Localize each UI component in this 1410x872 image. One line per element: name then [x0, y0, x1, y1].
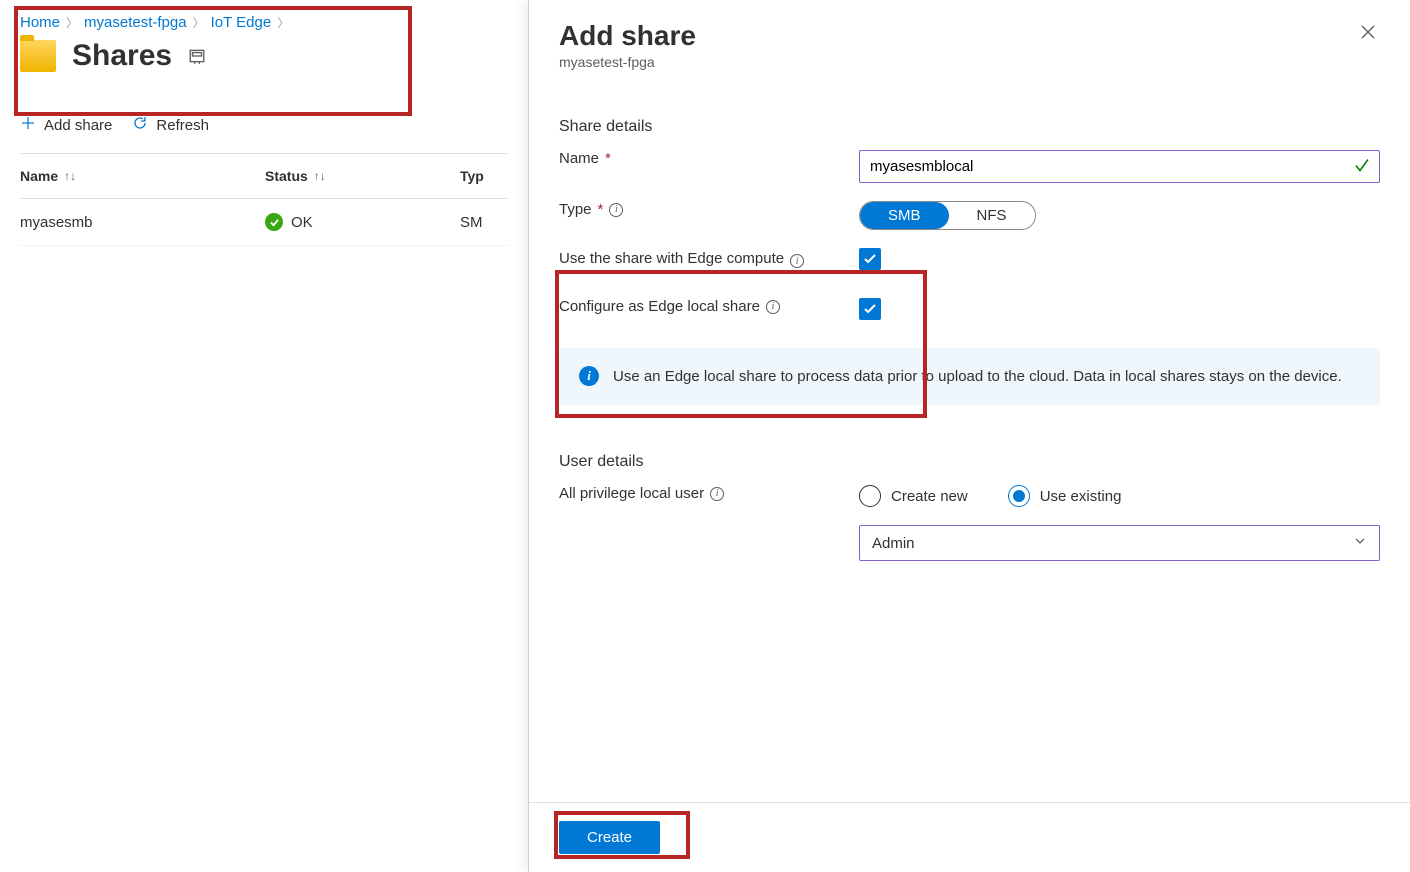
- close-button[interactable]: [1356, 20, 1380, 49]
- user-details-heading: User details: [559, 453, 1380, 471]
- column-name[interactable]: Name↑↓: [20, 168, 265, 184]
- edge-compute-label: Use the share with Edge compute i: [559, 248, 859, 268]
- info-icon[interactable]: i: [609, 203, 623, 217]
- refresh-icon: [132, 115, 148, 135]
- plus-icon: [20, 115, 36, 135]
- type-label: Type * i: [559, 201, 859, 218]
- type-nfs[interactable]: NFS: [949, 202, 1035, 229]
- cell-status: OK: [265, 213, 460, 231]
- refresh-label: Refresh: [156, 117, 209, 134]
- add-share-label: Add share: [44, 117, 112, 134]
- dropdown-value: Admin: [872, 535, 915, 552]
- add-share-button[interactable]: Add share: [20, 115, 112, 135]
- breadcrumb: Home 〉 myasetest-fpga 〉 IoT Edge 〉: [20, 14, 508, 31]
- edge-local-checkbox[interactable]: [859, 298, 881, 320]
- check-icon: [1354, 157, 1370, 176]
- share-details-heading: Share details: [559, 118, 1380, 136]
- sort-icon: ↑↓: [314, 169, 326, 183]
- pin-icon[interactable]: [188, 47, 206, 65]
- user-dropdown[interactable]: Admin: [859, 525, 1380, 561]
- chevron-right-icon: 〉: [277, 14, 289, 31]
- cell-name: myasesmb: [20, 213, 265, 231]
- type-smb[interactable]: SMB: [860, 202, 949, 229]
- chevron-right-icon: 〉: [193, 14, 205, 31]
- folder-icon: [20, 40, 56, 72]
- radio-icon: [859, 485, 881, 507]
- page-title: Shares: [72, 39, 172, 73]
- cell-type: SM: [460, 213, 508, 231]
- panel-subtitle: myasetest-fpga: [559, 54, 696, 70]
- ok-icon: [265, 213, 283, 231]
- table-header: Name↑↓ Status↑↓ Typ: [20, 153, 508, 199]
- type-toggle: SMB NFS: [859, 201, 1036, 230]
- info-icon[interactable]: i: [710, 487, 724, 501]
- edge-local-label: Configure as Edge local share i: [559, 298, 859, 315]
- info-banner: i Use an Edge local share to process dat…: [559, 348, 1380, 405]
- breadcrumb-device[interactable]: myasetest-fpga: [84, 14, 187, 31]
- refresh-button[interactable]: Refresh: [132, 115, 209, 135]
- radio-create-new[interactable]: Create new: [859, 485, 968, 507]
- create-button[interactable]: Create: [559, 821, 660, 854]
- chevron-right-icon: 〉: [66, 14, 78, 31]
- name-input[interactable]: [859, 150, 1380, 183]
- radio-use-existing[interactable]: Use existing: [1008, 485, 1122, 507]
- info-icon[interactable]: i: [766, 300, 780, 314]
- info-icon[interactable]: i: [790, 254, 804, 268]
- user-label: All privilege local user i: [559, 485, 859, 502]
- panel-title: Add share: [559, 20, 696, 52]
- chevron-down-icon: [1353, 534, 1367, 552]
- sort-icon: ↑↓: [64, 169, 76, 183]
- close-icon: [1360, 24, 1376, 40]
- table-row[interactable]: myasesmb OK SM: [20, 199, 508, 246]
- info-banner-text: Use an Edge local share to process data …: [613, 366, 1342, 387]
- radio-icon: [1008, 485, 1030, 507]
- breadcrumb-iot-edge[interactable]: IoT Edge: [211, 14, 272, 31]
- breadcrumb-home[interactable]: Home: [20, 14, 60, 31]
- column-status[interactable]: Status↑↓: [265, 168, 460, 184]
- info-icon: i: [579, 366, 599, 386]
- column-type[interactable]: Typ: [460, 168, 508, 184]
- edge-compute-checkbox[interactable]: [859, 248, 881, 270]
- name-label: Name *: [559, 150, 859, 167]
